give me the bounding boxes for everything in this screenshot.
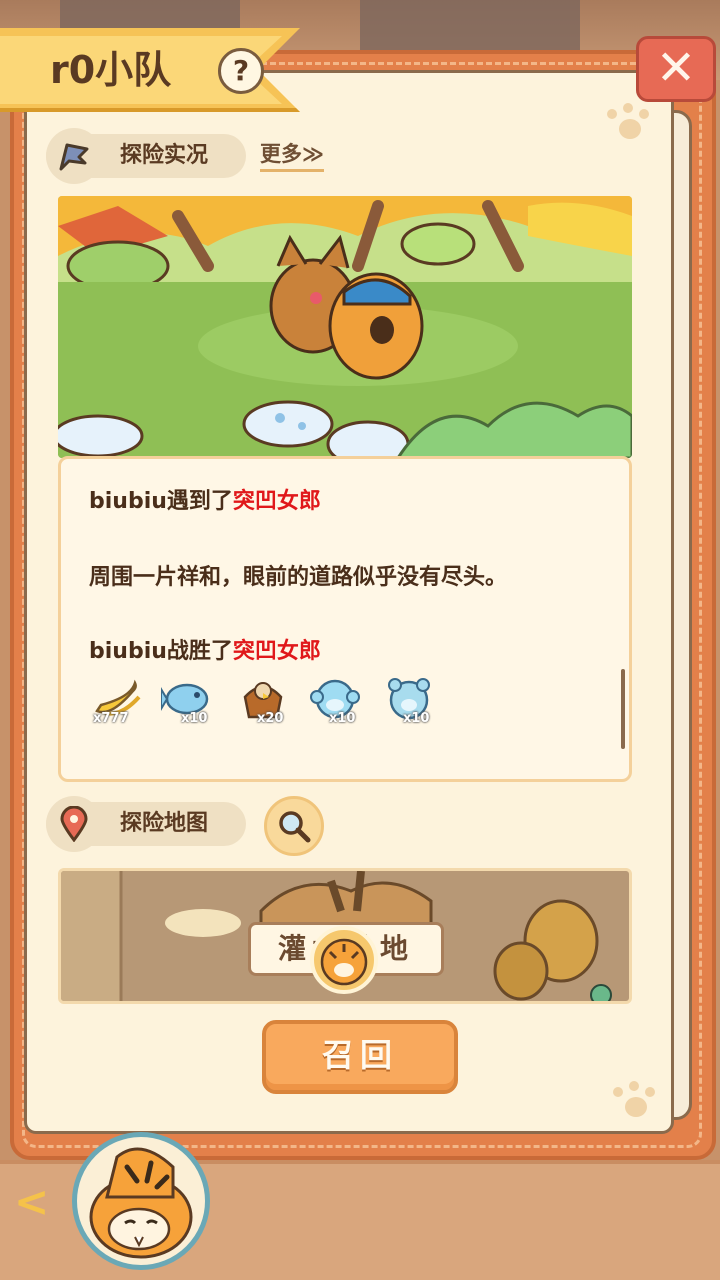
map-section-label: 探险地图	[120, 811, 209, 836]
reward-count: x777	[93, 711, 129, 726]
tiger-token-icon[interactable]	[310, 926, 378, 994]
log-line-ambient: 周围一片祥和，眼前的道路似乎没有尽头。	[89, 565, 508, 590]
log-line-encounter: biubiu遇到了突凹女郎	[89, 489, 321, 514]
log-line-victory: biubiu战胜了突凹女郎	[89, 639, 321, 664]
expedition-scene	[58, 196, 632, 458]
tiger-icon	[89, 1147, 193, 1259]
magnifier-icon	[279, 811, 311, 843]
tiger-avatar[interactable]	[72, 1132, 210, 1270]
paw-decor-icon	[611, 1081, 657, 1121]
more-link[interactable]: 更多≫	[260, 138, 324, 172]
reward-count: x10	[329, 711, 356, 726]
back-button[interactable]: <	[14, 1180, 58, 1224]
close-button[interactable]: ✕	[636, 36, 716, 102]
log-scrollbar[interactable]	[621, 669, 625, 749]
enemy-name: 突凹女郎	[232, 489, 321, 514]
help-button[interactable]: ?	[218, 48, 264, 94]
location-pin-icon	[46, 796, 102, 852]
reward-banana[interactable]: x777	[91, 677, 147, 733]
reward-monkey[interactable]: x10	[309, 677, 365, 733]
reward-fish[interactable]: x10	[160, 677, 217, 733]
reward-count: x10	[403, 711, 430, 726]
recall-button[interactable]: 召回	[262, 1020, 458, 1094]
expedition-log[interactable]: biubiu遇到了突凹女郎 周围一片祥和，眼前的道路似乎没有尽头。 biubiu…	[58, 456, 632, 782]
team-name: r0小队	[50, 48, 172, 92]
paw-decor-icon	[605, 103, 651, 143]
reward-eagle[interactable]: x20	[237, 677, 293, 733]
reward-count: x20	[257, 711, 284, 726]
live-section-label: 探险实况	[120, 143, 209, 168]
reward-bear[interactable]: x10	[383, 677, 439, 733]
map-search-button[interactable]	[264, 796, 324, 856]
reward-count: x10	[181, 711, 208, 726]
enemy-name: 突凹女郎	[232, 639, 321, 664]
flag-icon	[46, 128, 102, 184]
